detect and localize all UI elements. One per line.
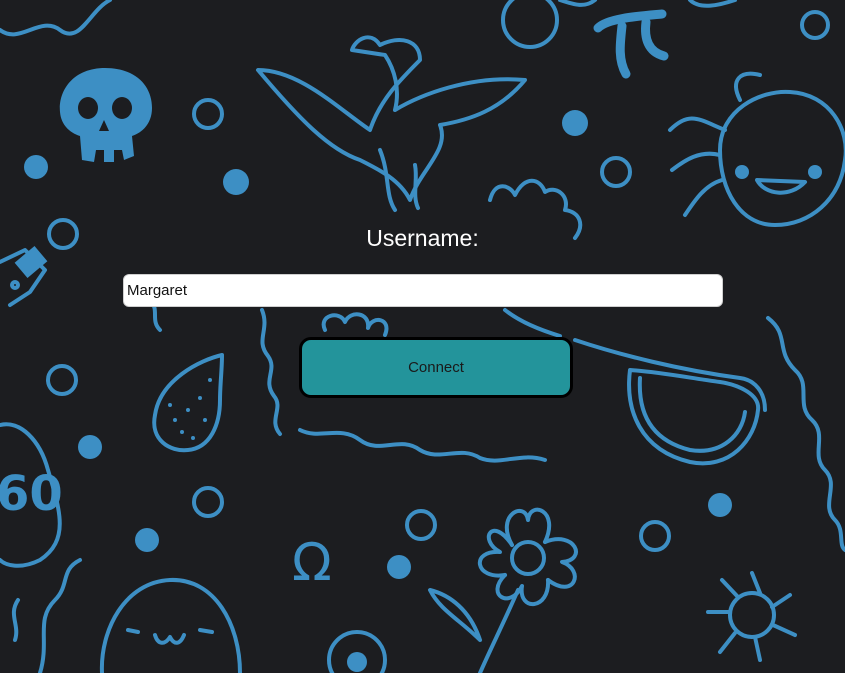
connect-button[interactable]: Connect [299, 337, 573, 398]
username-input[interactable] [123, 274, 723, 307]
username-label: Username: [366, 225, 479, 251]
login-form: Username: Connect [0, 0, 845, 673]
